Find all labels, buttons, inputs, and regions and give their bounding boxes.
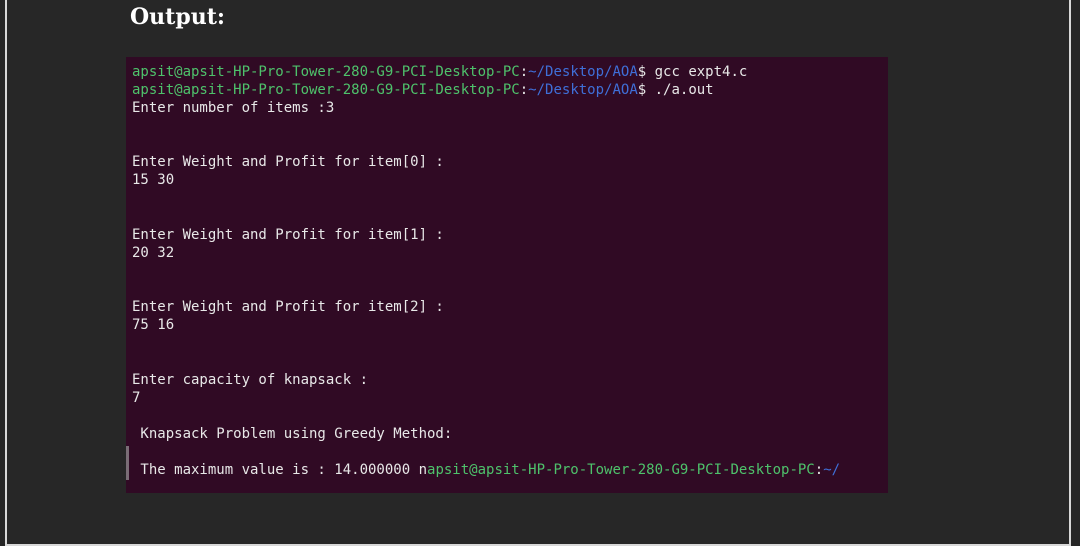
prompt-separator: : — [519, 82, 529, 98]
command-text: $ gcc expt4.c — [637, 64, 748, 80]
output-capacity-input: 7 — [132, 390, 141, 406]
output-heading: Output: — [130, 4, 225, 30]
prompt-separator: : — [519, 64, 529, 80]
output-item-2-input: 75 16 — [132, 317, 175, 333]
output-number-of-items: Enter number of items :3 — [132, 100, 335, 116]
prompt-user: apsit@apsit-HP-Pro-Tower-280-G9-PCI-Desk… — [132, 64, 520, 80]
terminal-screenshot: apsit@apsit-HP-Pro-Tower-280-G9-PCI-Desk… — [126, 57, 888, 493]
prompt-path: ~/Desktop/AOA — [528, 82, 638, 98]
output-item-0-prompt: Enter Weight and Profit for item[0] : — [132, 154, 444, 170]
output-item-2-prompt: Enter Weight and Profit for item[2] : — [132, 299, 444, 315]
terminal-line-2: apsit@apsit-HP-Pro-Tower-280-G9-PCI-Desk… — [132, 81, 714, 99]
terminal-edge-marker — [126, 446, 129, 480]
command-text: $ ./a.out — [637, 82, 714, 98]
result-text: The maximum value is : 14.000000 n — [132, 462, 428, 478]
prompt-path: ~/Desktop/AOA — [528, 64, 638, 80]
prompt-path: ~/ — [823, 462, 841, 478]
output-item-1-input: 20 32 — [132, 245, 175, 261]
output-item-0-input: 15 30 — [132, 172, 175, 188]
prompt-user: apsit@apsit-HP-Pro-Tower-280-G9-PCI-Desk… — [132, 82, 520, 98]
prompt-separator: : — [814, 462, 824, 478]
output-maximum-value: The maximum value is : 14.000000 napsit@… — [132, 461, 840, 479]
terminal-line-1: apsit@apsit-HP-Pro-Tower-280-G9-PCI-Desk… — [132, 63, 747, 81]
output-item-1-prompt: Enter Weight and Profit for item[1] : — [132, 227, 444, 243]
output-capacity-prompt: Enter capacity of knapsack : — [132, 372, 369, 388]
prompt-user: apsit@apsit-HP-Pro-Tower-280-G9-PCI-Desk… — [427, 462, 815, 478]
output-method-title: Knapsack Problem using Greedy Method: — [132, 426, 453, 442]
